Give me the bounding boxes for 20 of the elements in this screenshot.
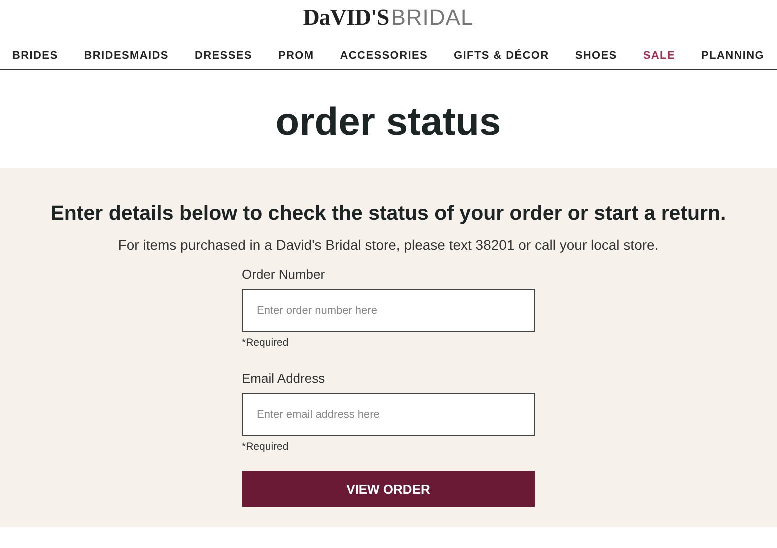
nav-link[interactable]: SALE (630, 50, 688, 62)
store-note: For items purchased in a David's Bridal store, please text 38201 or call your local store. (117, 237, 660, 253)
field-label: Order Number (242, 267, 326, 282)
view-order-button[interactable]: VIEW ORDER (242, 471, 535, 507)
nav-link[interactable]: DRESSES (182, 50, 266, 62)
input-field[interactable]: Enter email address here (242, 393, 535, 436)
logo-text[interactable]: BRIDAL (391, 5, 474, 31)
required-hint: *Required (242, 337, 290, 349)
field-label: Email Address (242, 371, 326, 386)
nav-link[interactable]: SHOES (562, 50, 630, 62)
required-hint: *Required (242, 441, 290, 453)
input-field[interactable]: Enter order number here (242, 289, 535, 332)
nav-link[interactable]: GIFTS & DÉCOR (441, 50, 562, 62)
nav-link[interactable]: ACCESSORIES (327, 50, 442, 62)
logo-text[interactable]: DaVID'S (303, 5, 390, 31)
nav-link[interactable]: PROM (265, 50, 328, 62)
nav-link[interactable]: BRIDESMAIDS (71, 50, 182, 62)
nav-link[interactable]: PLANNING (688, 50, 777, 62)
nav-link[interactable]: BRIDES (0, 50, 72, 62)
form-heading: Enter details below to check the status of your order or start a return. (50, 202, 728, 226)
